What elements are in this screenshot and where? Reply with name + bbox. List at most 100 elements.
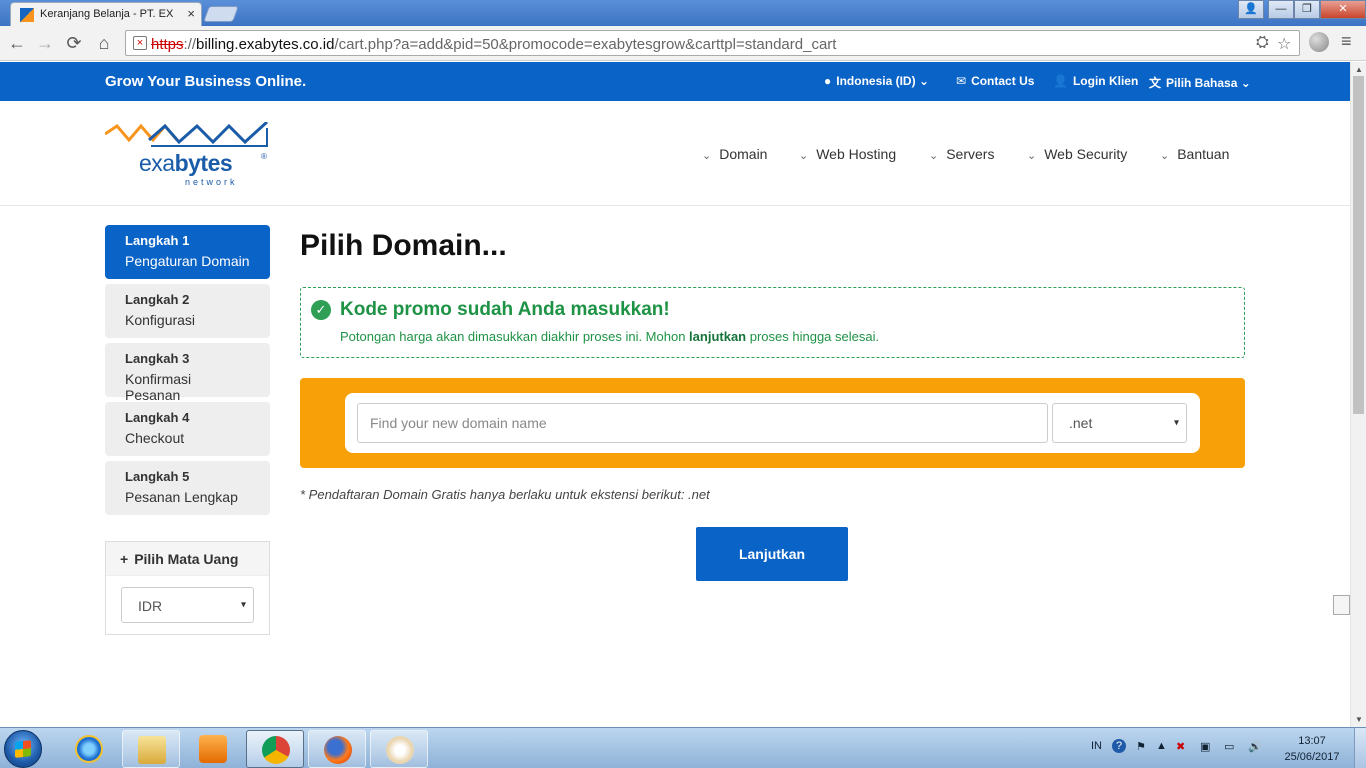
top-utility-bar: Grow Your Business Online. ● Indonesia (I… <box>0 62 1350 101</box>
step-2-konfigurasi[interactable]: Langkah 2 Konfigurasi <box>105 284 270 338</box>
input-language[interactable]: IN <box>1091 740 1102 752</box>
chrome-menu-icon[interactable]: ≡ <box>1341 31 1352 52</box>
chevron-down-icon: ⌄ <box>1240 76 1251 90</box>
step-5-pesanan-lengkap[interactable]: Langkah 5 Pesanan Lengkap <box>105 461 270 515</box>
start-button[interactable] <box>4 730 42 768</box>
nav-bantuan[interactable]: ⌄ Bantuan <box>1160 146 1229 162</box>
logo-subtitle: network <box>185 177 238 187</box>
step-4-checkout[interactable]: Langkah 4 Checkout <box>105 402 270 456</box>
taskbar-firefox[interactable] <box>308 730 366 768</box>
network-warning-icon[interactable]: ✖ <box>1176 740 1185 753</box>
step-label: Konfigurasi <box>125 312 196 328</box>
envelope-icon: ✉ <box>956 74 967 88</box>
browser-toolbar: ← → ⟳ ⌂ × https://billing.exabytes.co.id… <box>0 26 1366 61</box>
chevron-down-icon: ⌄ <box>799 150 809 162</box>
check-circle-icon: ✓ <box>311 300 331 320</box>
caret-down-icon: ▾ <box>240 599 246 611</box>
contact-us-link[interactable]: ✉ Contact Us <box>956 74 1034 88</box>
taskbar-media-player[interactable] <box>184 730 242 768</box>
show-hidden-icons-icon[interactable]: ▲ <box>1156 740 1167 752</box>
tagline: Grow Your Business Online. <box>105 73 307 90</box>
taskbar-file-explorer[interactable] <box>122 730 180 768</box>
site-header: exabytes ® network ⌄ Domain ⌄ Web Hosting … <box>0 101 1350 206</box>
taskbar-chrome[interactable] <box>246 730 304 768</box>
currency-select[interactable]: IDR ▾ <box>121 587 254 623</box>
promo-alert: ✓ Kode promo sudah Anda masukkan! Potong… <box>300 287 1245 358</box>
restore-button[interactable]: ❐ <box>1294 0 1320 19</box>
promo-message: Potongan harga akan dimasukkan diakhir p… <box>340 329 880 344</box>
step-number: Langkah 2 <box>125 292 190 307</box>
usb-device-icon[interactable]: ▣ <box>1200 740 1210 753</box>
extension-icon[interactable] <box>1309 32 1329 52</box>
broken-image-icon <box>1333 595 1350 615</box>
home-button[interactable]: ⌂ <box>93 32 115 54</box>
new-tab-button[interactable] <box>203 6 239 22</box>
translate-icon[interactable]: ⛭ <box>1256 34 1269 52</box>
scroll-down-arrow-icon[interactable]: ▼ <box>1355 715 1363 724</box>
address-bar[interactable]: × https://billing.exabytes.co.id/cart.ph… <box>125 30 1300 56</box>
action-center-icon[interactable]: ⚑ <box>1136 740 1146 753</box>
show-desktop-button[interactable] <box>1354 728 1366 768</box>
insecure-lock-icon[interactable]: × <box>133 36 147 50</box>
folder-icon <box>138 736 166 764</box>
step-label: Checkout <box>125 430 185 446</box>
nav-domain[interactable]: ⌄ Domain <box>702 146 767 162</box>
step-label: Pengaturan Domain <box>125 253 250 269</box>
help-icon[interactable]: ? <box>1112 739 1126 753</box>
taskbar-paint[interactable] <box>370 730 428 768</box>
promo-title: Kode promo sudah Anda masukkan! <box>340 299 670 320</box>
chevron-down-icon: ⌄ <box>702 150 712 162</box>
step-1-pengaturan-domain[interactable]: Langkah 1 Pengaturan Domain <box>105 225 270 279</box>
login-link[interactable]: 👤 Login Klien <box>1053 74 1138 88</box>
tld-select[interactable]: .net ▾ <box>1052 403 1187 443</box>
volume-icon[interactable]: 🔊 <box>1248 740 1262 753</box>
reload-button[interactable]: ⟳ <box>63 32 85 54</box>
system-clock[interactable]: 13:07 25/06/2017 <box>1280 733 1344 765</box>
step-3-konfirmasi-pesanan[interactable]: Langkah 3 Konfirmasi Pesanan <box>105 343 270 403</box>
currency-panel: + Pilih Mata Uang IDR ▾ <box>105 541 270 635</box>
step-number: Langkah 4 <box>125 410 190 425</box>
page-title: Pilih Domain... <box>300 229 507 262</box>
step-number: Langkah 1 <box>125 233 190 248</box>
nav-web-hosting[interactable]: ⌄ Web Hosting <box>799 146 896 162</box>
close-window-button[interactable]: ✕ <box>1320 0 1366 19</box>
display-icon[interactable]: ▭ <box>1224 740 1234 753</box>
paint-icon <box>386 736 414 764</box>
browser-tab-active[interactable]: Keranjang Belanja - PT. EX × <box>10 2 202 26</box>
chevron-down-icon: ⌄ <box>918 74 929 88</box>
exabytes-favicon-icon <box>20 8 34 22</box>
nav-servers[interactable]: ⌄ Servers <box>929 146 994 162</box>
bookmark-star-icon[interactable]: ☆ <box>1277 34 1291 54</box>
profile-button[interactable]: 👤 <box>1238 0 1264 19</box>
step-label: Pesanan Lengkap <box>125 489 238 505</box>
taskbar-internet-explorer[interactable] <box>60 730 118 768</box>
clock-date: 25/06/2017 <box>1284 751 1340 763</box>
back-button[interactable]: ← <box>6 32 28 54</box>
scroll-up-arrow-icon[interactable]: ▲ <box>1355 65 1363 74</box>
internet-explorer-icon <box>75 735 103 763</box>
browser-title-bar: Keranjang Belanja - PT. EX × 👤 — ❐ ✕ <box>0 0 1366 26</box>
domain-search-input[interactable] <box>357 403 1048 443</box>
minimize-button[interactable]: — <box>1268 0 1294 19</box>
exabytes-logo[interactable]: exabytes ® network <box>105 122 275 190</box>
language-selector[interactable]: 文 Pilih Bahasa ⌄ <box>1149 74 1251 91</box>
forward-button[interactable]: → <box>34 32 56 54</box>
page-scrollbar[interactable]: ▲ ▼ <box>1350 62 1366 727</box>
url-text[interactable]: https://billing.exabytes.co.id/cart.php?… <box>151 36 836 53</box>
continue-button[interactable]: Lanjutkan <box>696 527 848 581</box>
nav-web-security[interactable]: ⌄ Web Security <box>1027 146 1127 162</box>
currency-panel-header[interactable]: + Pilih Mata Uang <box>106 542 269 576</box>
free-domain-note: * Pendaftaran Domain Gratis hanya berlak… <box>300 487 710 502</box>
globe-icon: ● <box>824 74 832 88</box>
scrollbar-thumb[interactable] <box>1353 76 1364 414</box>
clock-time: 13:07 <box>1298 735 1326 747</box>
domain-search-box: .net ▾ <box>345 393 1200 453</box>
step-label: Konfirmasi Pesanan <box>125 371 192 403</box>
windows-taskbar: IN ? ⚑ ▲ ✖ ▣ ▭ 🔊 13:07 25/06/2017 <box>0 727 1366 768</box>
tab-close-icon[interactable]: × <box>187 6 195 21</box>
user-icon: 👤 <box>1053 74 1068 88</box>
domain-search-band: .net ▾ <box>300 378 1245 468</box>
caret-down-icon: ▾ <box>1173 417 1179 429</box>
country-selector[interactable]: ● Indonesia (ID) ⌄ <box>824 74 929 88</box>
chevron-down-icon: ⌄ <box>1160 150 1170 162</box>
